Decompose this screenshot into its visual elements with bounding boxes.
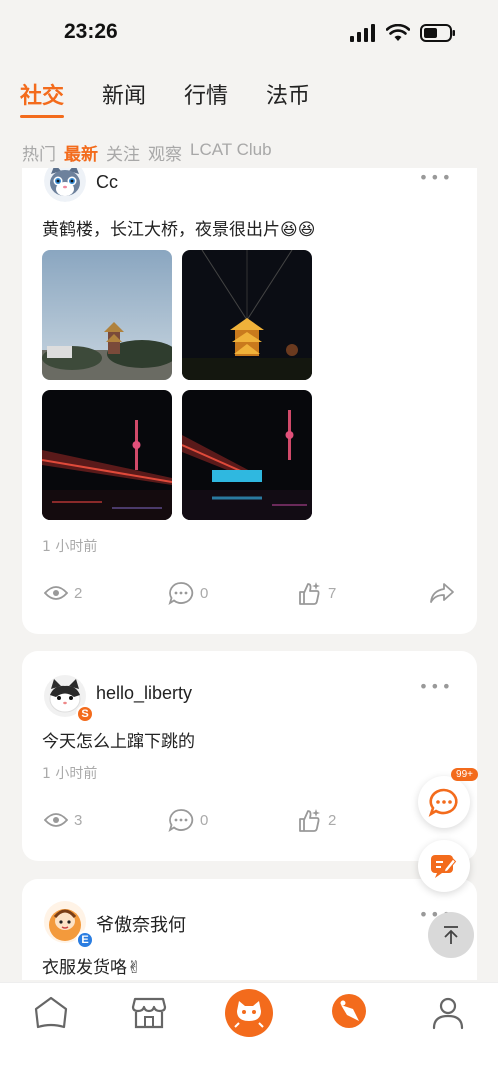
nav-market[interactable] [130,995,168,1035]
subtab-watch[interactable]: 观察 [148,140,182,165]
post-card[interactable]: E 爷傲奈我何 ••• 衣服发货咯✌ [22,879,477,980]
nav-social[interactable] [225,989,273,1041]
comment-icon[interactable] [168,581,194,605]
post-card[interactable]: S hello_liberty ••• 今天怎么上蹿下跳的 1 小时前 3 0 … [22,651,477,861]
photo-bridge-boat-night [182,390,312,520]
likes-stat[interactable]: 7 [296,580,406,606]
subtab-hot[interactable]: 热门 [22,140,56,165]
avatar[interactable]: S [44,675,94,723]
status-icons [350,24,456,42]
chat-badge: 99+ [451,768,478,781]
scroll-top-button[interactable] [428,912,474,958]
arrow-up-icon [444,926,458,944]
subtab-lcat-club[interactable]: LCAT Club [190,140,272,165]
likes-count: 7 [328,584,337,602]
username[interactable]: Cc [96,172,118,193]
status-time: 23:26 [64,20,118,43]
cat-logo-icon [225,989,273,1037]
user-badge: E [76,931,94,949]
views-stat: 2 [44,585,168,602]
post-photo[interactable] [182,390,312,520]
post-time: 1 小时前 [42,766,98,782]
nav-discover[interactable] [331,993,367,1033]
post-photo[interactable] [42,390,172,520]
username[interactable]: 爷傲奈我何 [96,911,186,937]
battery-icon [420,24,455,42]
comment-icon[interactable] [168,808,194,832]
nav-home[interactable] [32,995,70,1035]
like-icon[interactable] [296,580,322,606]
comments-stat[interactable]: 0 [168,581,296,605]
post-stats: 2 0 7 [44,580,455,606]
photo-bridge-night [42,390,172,520]
photo-yellow-crane-tower-day [42,250,172,380]
discover-icon [332,994,366,1028]
post-text: 衣服发货咯✌ [42,958,142,978]
views-count: 3 [74,811,83,829]
user-badge: S [76,705,94,723]
store-icon [131,997,167,1029]
photo-yellow-crane-tower-night [182,250,312,380]
likes-stat[interactable]: 2 [296,807,406,833]
username[interactable]: hello_liberty [96,683,192,704]
wifi-icon [386,24,410,41]
home-icon [34,996,68,1029]
comments-count: 0 [200,584,209,602]
chat-fab[interactable]: 99+ [418,768,478,828]
sub-tabs: 热门 最新 关注 观察 LCAT Club [22,140,272,165]
tab-news[interactable]: 新闻 [102,78,146,118]
tab-social[interactable]: 社交 [20,78,65,118]
chat-bubble-icon [428,788,458,817]
avatar[interactable] [44,168,86,202]
post-text: 黄鹤楼，长江大桥，夜景很出片😆😆 [42,220,316,240]
post-stats: 3 0 2 [44,807,455,833]
compose-icon [431,855,457,878]
share-icon[interactable] [429,581,455,605]
more-options-icon[interactable]: ••• [419,677,453,696]
post-photo[interactable] [42,250,172,380]
post-text: 今天怎么上蹿下跳的 [42,732,195,752]
avatar[interactable]: E [44,901,94,949]
post-time: 1 小时前 [42,539,98,555]
comments-count: 0 [200,811,209,829]
tab-fiat[interactable]: 法币 [266,78,310,118]
eye-icon [44,586,68,600]
comments-stat[interactable]: 0 [168,808,296,832]
eye-icon [44,813,68,827]
views-stat: 3 [44,812,168,829]
nav-profile[interactable] [430,995,466,1035]
feed[interactable]: Cc ••• 黄鹤楼，长江大桥，夜景很出片😆😆 1 小时前 2 0 7 S he… [22,168,477,980]
views-count: 2 [74,584,83,602]
more-options-icon[interactable]: ••• [419,168,453,187]
subtab-following[interactable]: 关注 [106,140,140,165]
compose-fab[interactable] [418,840,470,892]
subtab-latest[interactable]: 最新 [64,140,98,165]
status-bar: 23:26 [0,0,498,70]
tab-market[interactable]: 行情 [184,78,228,118]
post-photo[interactable] [182,250,312,380]
bottom-nav [0,982,498,1080]
like-icon[interactable] [296,807,322,833]
likes-count: 2 [328,811,337,829]
person-icon [432,997,464,1030]
top-tabs: 社交 新闻 行情 法币 [20,78,310,118]
post-card[interactable]: Cc ••• 黄鹤楼，长江大桥，夜景很出片😆😆 1 小时前 2 0 7 [22,168,477,634]
signal-icon [350,24,375,42]
